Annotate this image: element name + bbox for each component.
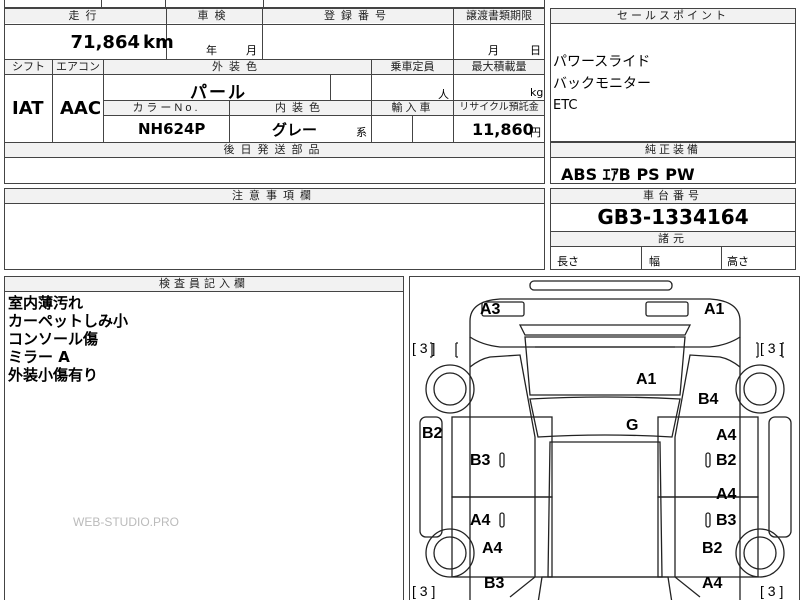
recycle-value: 11,860 — [472, 120, 534, 139]
transfer-day-unit: 日 — [530, 44, 541, 57]
interior-color-value: グレー — [272, 121, 318, 139]
damage-mark: A4 — [716, 486, 737, 503]
damage-mark: A1 — [704, 301, 725, 318]
shift-label: シフト — [5, 60, 52, 74]
color-no-label: カラーNo. — [104, 101, 229, 115]
damage-mark: B2 — [422, 425, 443, 442]
sales-point-item: パワースライド — [553, 54, 651, 70]
damage-mark: B2 — [716, 452, 737, 469]
aircon-label: エアコン — [53, 60, 103, 74]
damage-mark: G — [626, 417, 639, 434]
height-label: 高さ — [727, 256, 749, 268]
transfer-month-unit: 月 — [488, 44, 499, 57]
shift-value: IAT — [12, 98, 44, 119]
color-no-value: NH624P — [138, 120, 206, 138]
exterior-color-label: 外装色 — [104, 60, 371, 74]
transfer-deadline-label: 譲渡書類期限 — [454, 9, 544, 23]
damage-mark: B3 — [716, 512, 737, 529]
inspector-note: 室内薄汚れ — [8, 294, 84, 312]
sales-point-item: ETC — [553, 98, 578, 113]
registration-label: 登録番号 — [263, 9, 453, 23]
damage-mark: A1 — [636, 371, 657, 388]
inspector-notes: 室内薄汚れ カーペットしみ小 コンソール傷 ミラー A 外装小傷有り — [8, 294, 128, 384]
width-label: 幅 — [649, 256, 660, 268]
damage-mark: B4 — [698, 391, 719, 408]
damage-mark: B3 — [484, 575, 505, 592]
mileage-label: 走行 — [5, 9, 166, 23]
inspector-header: 検査員記入欄 — [5, 277, 403, 292]
chassis-number: GB3-1334164 — [597, 205, 749, 229]
genuine-equipment-panel: 純正装備 ABS ｴｱB PS PW — [550, 142, 796, 184]
sales-points-panel: セールスポイント パワースライド バックモニター ETC — [550, 8, 796, 142]
length-label: 長さ — [557, 256, 579, 268]
mileage-unit: km — [143, 32, 174, 53]
inspector-note: コンソール傷 — [8, 330, 99, 348]
import-label: 輸入車 — [372, 101, 453, 115]
genuine-equipment-header: 純正装備 — [551, 143, 795, 158]
damage-mark: A4 — [716, 427, 737, 444]
inspector-note: ミラー A — [8, 348, 70, 366]
recycle-unit: 円 — [530, 126, 541, 139]
inspector-note: 外装小傷有り — [8, 366, 99, 384]
aircon-value: AAC — [60, 98, 102, 119]
damage-mark: A4 — [470, 512, 491, 529]
car-diagram — [419, 280, 792, 600]
inspection-month-unit: 月 — [246, 44, 257, 57]
genuine-equipment-value: ABS ｴｱB PS PW — [561, 165, 695, 184]
damage-mark: A3 — [480, 301, 501, 318]
caution-header: 注意事項欄 — [5, 189, 544, 204]
inspector-panel: 検査員記入欄 室内薄汚れ カーペットしみ小 コンソール傷 ミラー A 外装小傷有… — [4, 276, 404, 600]
interior-color-label: 内装色 — [230, 101, 371, 115]
sales-point-item: バックモニター — [553, 76, 651, 92]
inspector-note: カーペットしみ小 — [8, 312, 129, 330]
top-partial-strip — [4, 0, 545, 8]
mileage-value: 71,864 — [70, 32, 140, 53]
caution-panel: 注意事項欄 — [4, 188, 545, 270]
interior-suffix: 系 — [356, 126, 367, 139]
later-parts-label: 後日発送部品 — [5, 143, 544, 157]
dimensions-header: 諸元 — [551, 232, 795, 247]
damage-mark: B3 — [470, 452, 491, 469]
inspection-year-unit: 年 — [206, 44, 217, 57]
tire-mark-front-right: [ 3 ] — [760, 340, 784, 356]
max-load-unit: kg — [530, 86, 544, 99]
car-diagram-panel: [ 3 ] [ 3 ] [ 3 ] [ 3 ] A3 A1 A1 B4 G B2… — [409, 276, 800, 600]
sales-points-header: セールスポイント — [551, 9, 795, 24]
damage-mark: A4 — [482, 540, 503, 557]
chassis-panel: 車台番号 GB3-1334164 諸元 長さ 幅 高さ — [550, 188, 796, 270]
chassis-header: 車台番号 — [551, 189, 795, 204]
tire-mark-rear-right: [ 3 ] — [760, 583, 784, 599]
damage-mark: B2 — [702, 540, 723, 557]
max-load-label: 最大積載量 — [454, 60, 544, 74]
capacity-label: 乗車定員 — [372, 60, 453, 74]
damage-mark: A4 — [702, 575, 723, 592]
recycle-label: リサイクル預託金 — [454, 101, 544, 115]
watermark: WEB-STUDIO.PRO — [73, 515, 180, 529]
tire-mark-front-left: [ 3 ] — [412, 340, 436, 356]
tire-mark-rear-left: [ 3 ] — [412, 583, 436, 599]
inspection-label: 車検 — [167, 9, 262, 23]
